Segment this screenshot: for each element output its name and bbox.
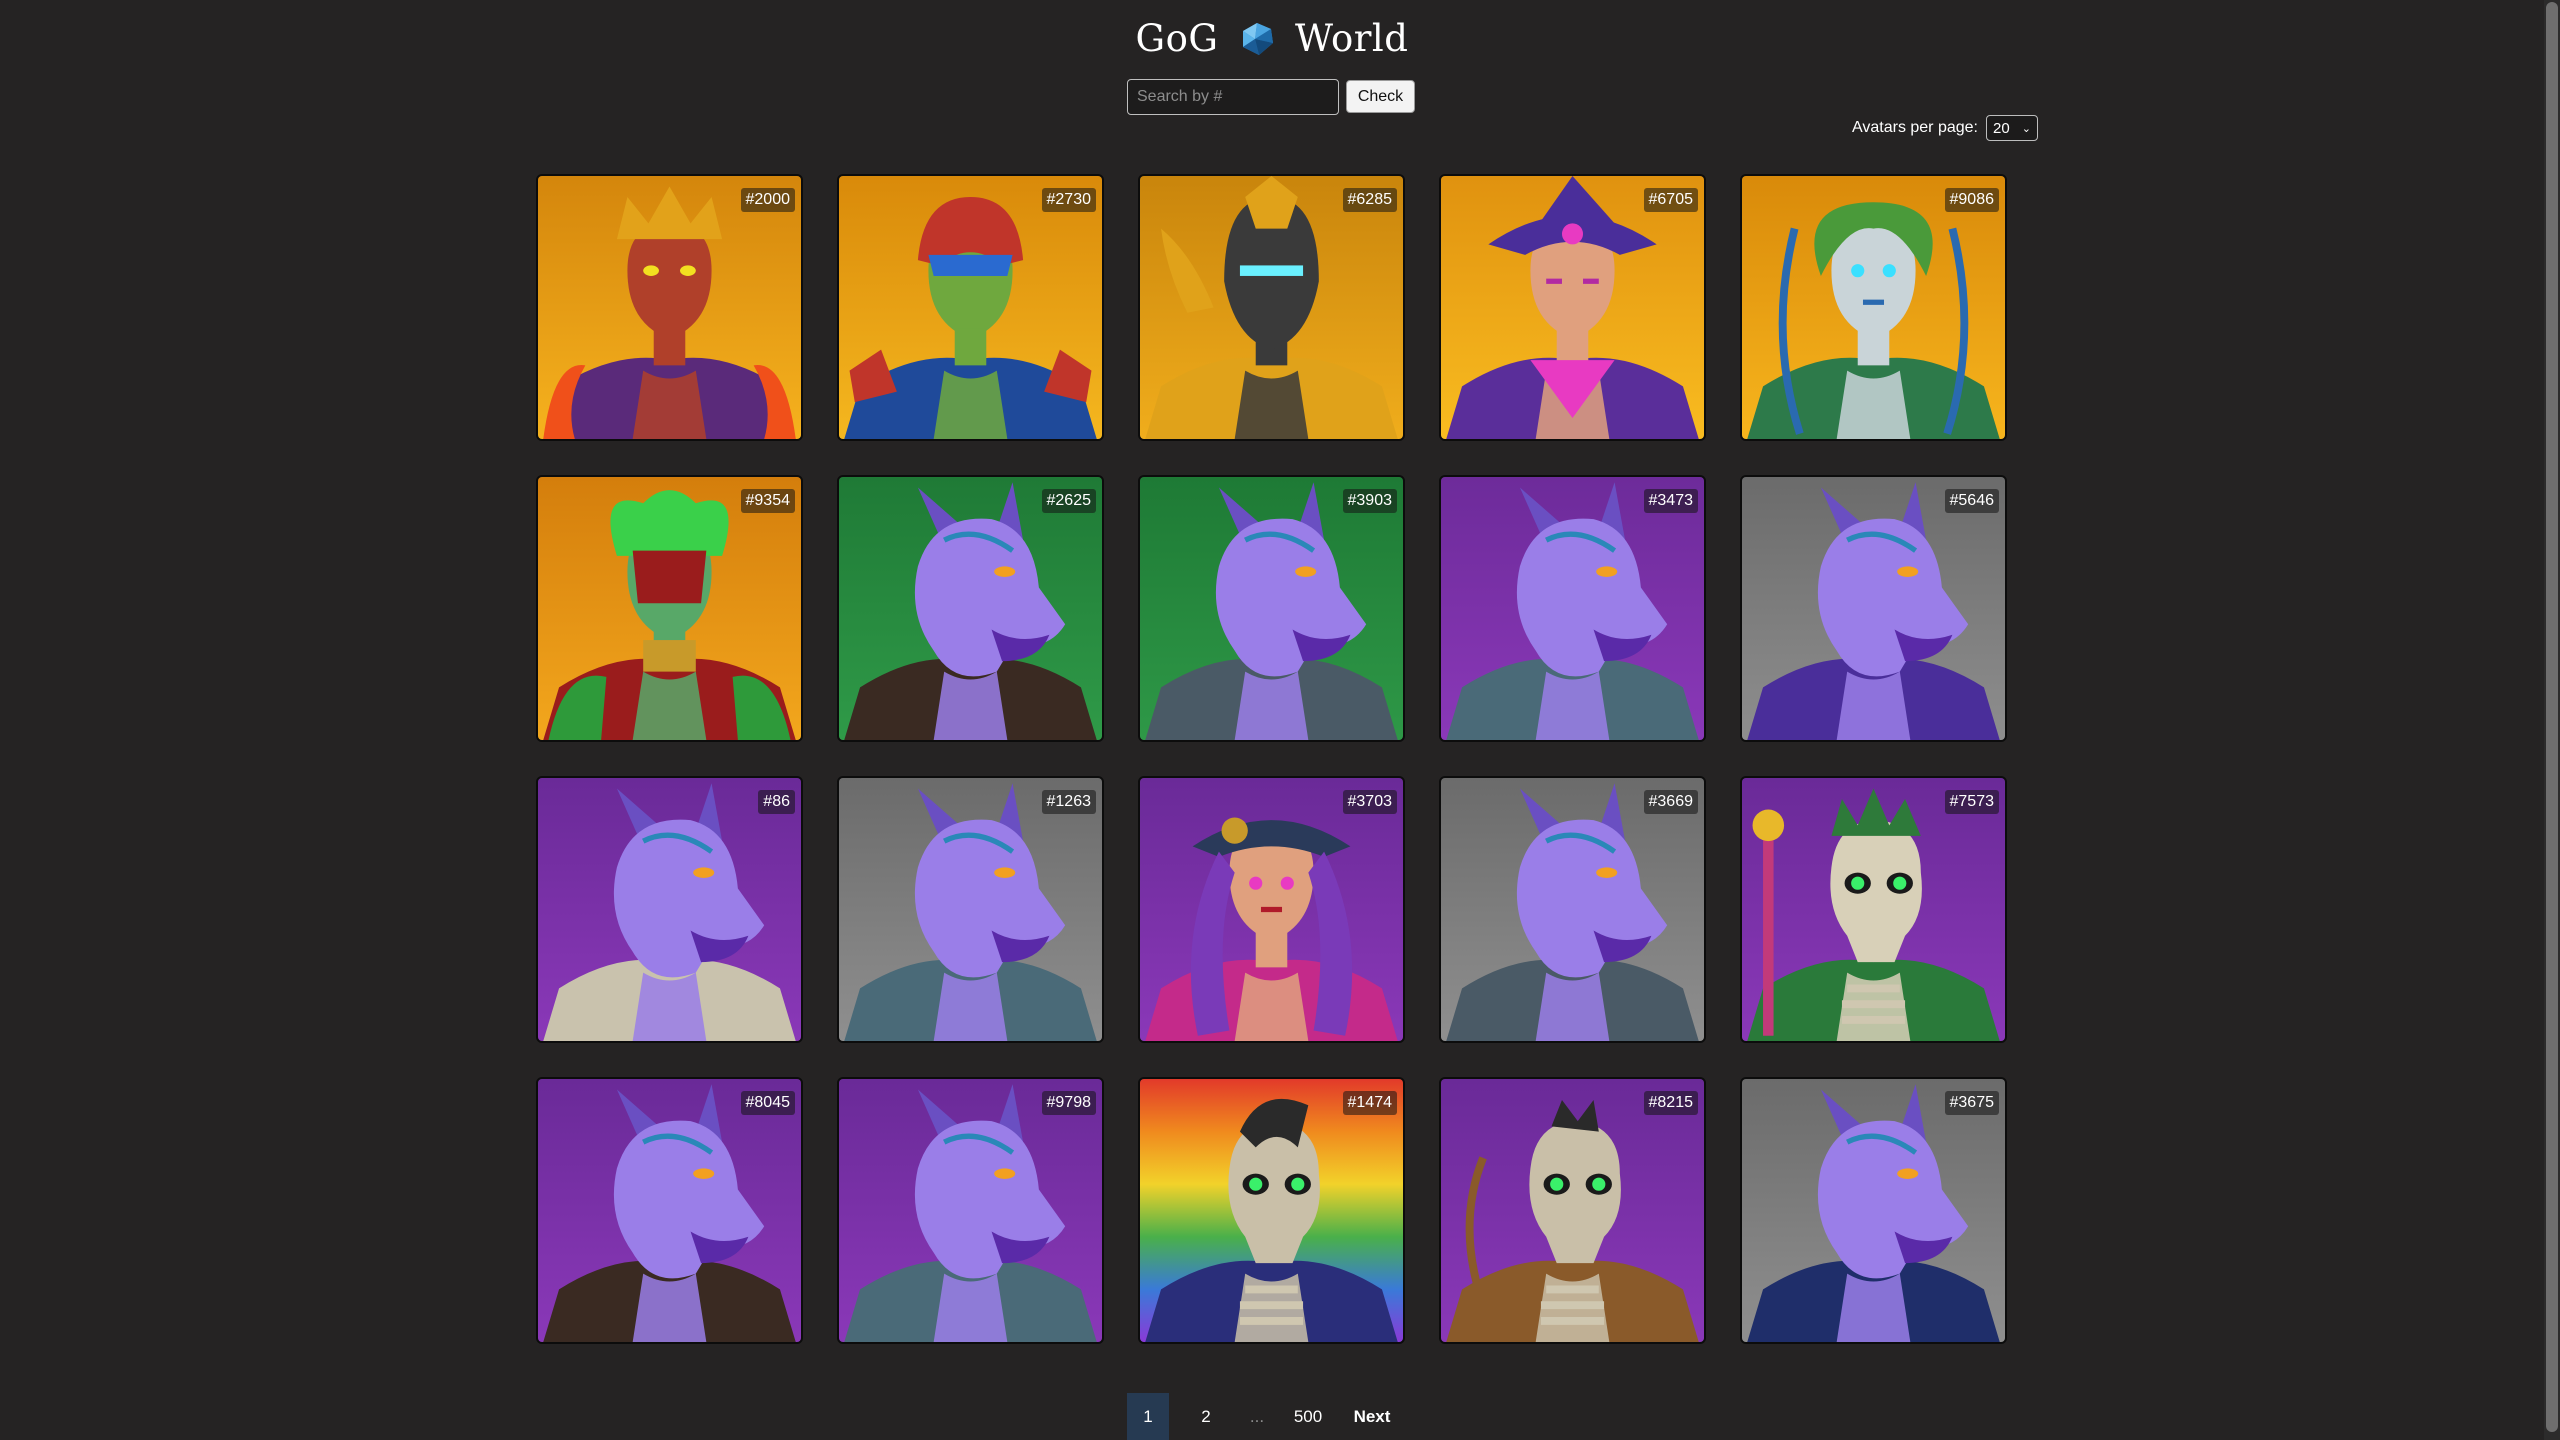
avatar-id-badge: #2625: [1041, 489, 1096, 513]
avatar-id-badge: #3473: [1643, 489, 1698, 513]
avatar-card[interactable]: #3669: [1439, 776, 1706, 1043]
avatar-card[interactable]: #3473: [1439, 475, 1706, 742]
avatar-card[interactable]: #5646: [1740, 475, 2007, 742]
chevron-down-icon: ⌄: [2021, 122, 2031, 135]
avatar-card[interactable]: #6705: [1439, 174, 1706, 441]
avatar-card[interactable]: #2625: [837, 475, 1104, 742]
avatar-id-badge: #6285: [1342, 188, 1397, 212]
avatar-card[interactable]: #1474: [1138, 1077, 1405, 1344]
avatar-image: [839, 176, 1102, 439]
search-input[interactable]: [1127, 79, 1339, 115]
avatar-card[interactable]: #3675: [1740, 1077, 2007, 1344]
pagination: 1 2 ... 500 Next: [1127, 1393, 1399, 1440]
page-2-button[interactable]: 2: [1169, 1393, 1243, 1440]
avatar-image: [1140, 477, 1403, 740]
page-1-button[interactable]: 1: [1127, 1393, 1169, 1440]
perpage-value: 20: [1993, 119, 2010, 137]
next-page-button[interactable]: Next: [1345, 1393, 1399, 1440]
avatar-id-badge: #5646: [1944, 489, 1999, 513]
avatar-image: [1441, 176, 1704, 439]
avatar-image: [1742, 778, 2005, 1041]
perpage-select[interactable]: 20 ⌄: [1986, 115, 2038, 141]
avatar-id-badge: #2000: [740, 188, 795, 212]
avatar-image: [1742, 477, 2005, 740]
avatar-image: [1742, 176, 2005, 439]
avatar-card[interactable]: #1263: [837, 776, 1104, 1043]
avatar-id-badge: #6705: [1643, 188, 1698, 212]
avatar-image: [1140, 176, 1403, 439]
avatar-card[interactable]: #8215: [1439, 1077, 1706, 1344]
avatar-image: [538, 778, 801, 1041]
avatar-image: [839, 778, 1102, 1041]
avatar-card[interactable]: #9086: [1740, 174, 2007, 441]
avatar-image: [839, 1079, 1102, 1342]
avatar-image: [1742, 1079, 2005, 1342]
avatar-id-badge: #3675: [1944, 1091, 1999, 1115]
avatar-card[interactable]: #8045: [536, 1077, 803, 1344]
avatar-image: [1441, 1079, 1704, 1342]
avatar-card[interactable]: #2730: [837, 174, 1104, 441]
avatar-id-badge: #7573: [1944, 790, 1999, 814]
avatar-image: [538, 477, 801, 740]
avatar-id-badge: #8215: [1643, 1091, 1698, 1115]
avatar-card[interactable]: #9798: [837, 1077, 1104, 1344]
check-button[interactable]: Check: [1346, 80, 1415, 113]
perpage-label: Avatars per page:: [1851, 119, 1978, 136]
avatar-image: [1441, 778, 1704, 1041]
avatar-image: [1441, 477, 1704, 740]
page-title: GoG World: [0, 14, 2544, 64]
avatar-card[interactable]: #86: [536, 776, 803, 1043]
avatars-per-page: Avatars per page: 20 ⌄: [1852, 115, 2038, 141]
avatar-card[interactable]: #9354: [536, 475, 803, 742]
avatar-image: [1140, 1079, 1403, 1342]
avatar-id-badge: #1474: [1342, 1091, 1397, 1115]
avatar-id-badge: #3703: [1342, 790, 1397, 814]
avatar-id-badge: #86: [758, 790, 795, 814]
avatar-image: [538, 1079, 801, 1342]
avatar-id-badge: #3669: [1643, 790, 1698, 814]
avatar-image: [538, 176, 801, 439]
avatar-card[interactable]: #2000: [536, 174, 803, 441]
avatar-image: [839, 477, 1102, 740]
avatar-image: [1140, 778, 1403, 1041]
avatar-card[interactable]: #6285: [1138, 174, 1405, 441]
avatar-grid: #2000 #2730 #6285 #6705 #9086 #9354 #2625 #3903…: [536, 174, 2007, 1344]
scrollbar[interactable]: [2544, 0, 2560, 1440]
avatar-card[interactable]: #3903: [1138, 475, 1405, 742]
avatar-id-badge: #9354: [740, 489, 795, 513]
scrollbar-thumb[interactable]: [2546, 2, 2558, 1432]
avatar-id-badge: #9086: [1944, 188, 1999, 212]
avatar-id-badge: #9798: [1041, 1091, 1096, 1115]
avatar-id-badge: #3903: [1342, 489, 1397, 513]
page-500-button[interactable]: 500: [1271, 1393, 1345, 1440]
avatar-card[interactable]: #3703: [1138, 776, 1405, 1043]
pagination-ellipsis: ...: [1249, 1406, 1265, 1426]
title-left: GoG: [1135, 17, 1219, 60]
avatar-id-badge: #2730: [1041, 188, 1096, 212]
diamond-gem-icon: [1242, 23, 1273, 55]
avatar-card[interactable]: #7573: [1740, 776, 2007, 1043]
avatar-id-badge: #1263: [1041, 790, 1096, 814]
title-right: World: [1294, 17, 1409, 60]
avatar-id-badge: #8045: [740, 1091, 795, 1115]
